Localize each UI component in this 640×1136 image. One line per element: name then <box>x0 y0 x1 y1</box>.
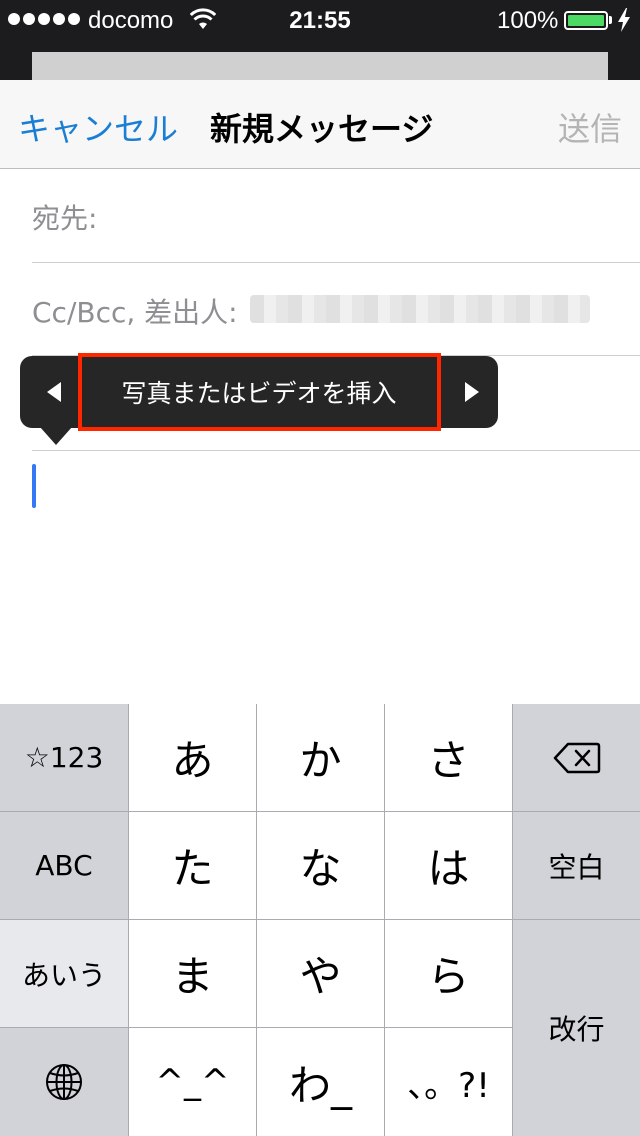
highlight-box <box>78 353 441 431</box>
punctuation-key[interactable]: 、。?! <box>385 1028 512 1136</box>
cancel-button[interactable]: キャンセル <box>18 104 178 150</box>
send-button[interactable]: 送信 <box>558 104 622 150</box>
to-field[interactable]: 宛先: <box>32 169 640 263</box>
battery-nub <box>609 16 612 24</box>
to-label: 宛先: <box>32 202 98 235</box>
key-wa[interactable]: わ_ <box>257 1028 384 1136</box>
emoticon-key[interactable]: ^_^ <box>129 1028 256 1136</box>
battery-percentage: 100% <box>497 7 559 34</box>
blurred-sender-address <box>250 295 590 323</box>
globe-key[interactable] <box>0 1028 128 1136</box>
charging-bolt-icon <box>618 8 630 32</box>
page-title: 新規メッセージ <box>210 110 434 148</box>
cc-bcc-from-label: Cc/Bcc, 差出人: <box>32 296 238 329</box>
status-bar: docomo 21:55 100% <box>0 0 640 40</box>
cc-bcc-from-field[interactable]: Cc/Bcc, 差出人: <box>32 263 640 356</box>
key-ma[interactable]: ま <box>129 920 256 1027</box>
kana-mode-key[interactable]: あいう <box>0 920 128 1027</box>
background-card <box>32 52 608 82</box>
text-cursor <box>32 464 36 508</box>
delete-backspace-icon <box>553 742 600 773</box>
key-ya[interactable]: や <box>257 920 384 1027</box>
key-a[interactable]: あ <box>129 704 256 811</box>
space-key[interactable]: 空白 <box>513 812 640 919</box>
symbols-key[interactable]: ☆123 <box>0 704 128 811</box>
triangle-right-icon[interactable] <box>456 356 486 428</box>
key-na[interactable]: な <box>257 812 384 919</box>
key-ha[interactable]: は <box>385 812 512 919</box>
compose-nav-bar: キャンセル 新規メッセージ 送信 <box>0 80 640 169</box>
globe-icon <box>46 1064 82 1100</box>
key-ka[interactable]: か <box>257 704 384 811</box>
key-sa[interactable]: さ <box>385 704 512 811</box>
key-ta[interactable]: た <box>129 812 256 919</box>
key-ra[interactable]: ら <box>385 920 512 1027</box>
battery-icon <box>564 11 608 30</box>
delete-key[interactable] <box>513 704 640 811</box>
triangle-left-icon[interactable] <box>40 356 68 428</box>
edit-menu-pointer <box>40 427 72 445</box>
japanese-kana-keyboard: ☆123 あ か さ ABC た な は 空白 あいう ま や ら 改行 ^_^… <box>0 704 640 1136</box>
abc-key[interactable]: ABC <box>0 812 128 919</box>
return-key[interactable]: 改行 <box>513 920 640 1136</box>
